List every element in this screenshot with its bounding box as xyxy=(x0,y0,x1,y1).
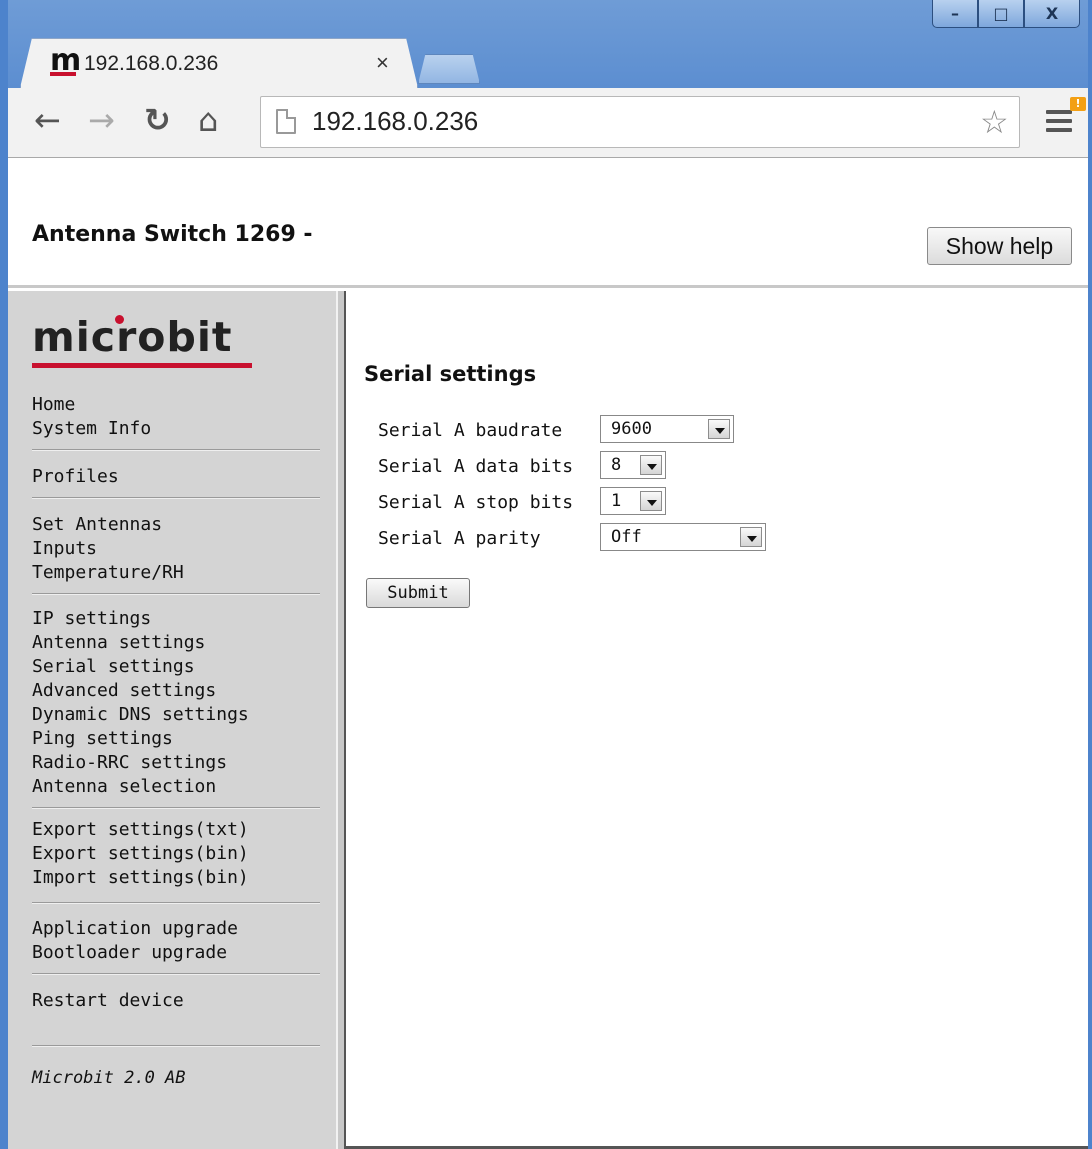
logo-dot xyxy=(115,315,124,324)
stop-bits-select[interactable]: 1 xyxy=(600,487,666,515)
nav-inputs[interactable]: Inputs xyxy=(32,537,184,561)
chevron-down-icon[interactable] xyxy=(740,527,762,547)
window-left-border xyxy=(0,0,8,1149)
divider xyxy=(32,902,320,904)
nav-advanced-settings[interactable]: Advanced settings xyxy=(32,679,249,703)
logo-underline xyxy=(32,363,252,368)
chevron-down-icon[interactable] xyxy=(640,491,662,511)
nav-export-settings-bin[interactable]: Export settings(bin) xyxy=(32,842,249,866)
favicon-underline xyxy=(50,72,76,76)
nav-home[interactable]: Home xyxy=(32,393,151,417)
divider xyxy=(32,449,320,451)
nav-ip-settings[interactable]: IP settings xyxy=(32,607,249,631)
parity-label: Serial A parity xyxy=(378,528,541,549)
favicon-icon: m xyxy=(50,43,82,78)
nav-group-home: Home System Info xyxy=(32,393,151,441)
divider xyxy=(32,807,320,809)
update-badge: ! xyxy=(1070,97,1086,111)
forward-arrow-icon[interactable]: → xyxy=(88,101,115,139)
page-icon xyxy=(276,109,296,134)
parity-select[interactable]: Off xyxy=(600,523,766,551)
nav-restart-device[interactable]: Restart device xyxy=(32,989,184,1013)
bookmark-star-icon[interactable]: ☆ xyxy=(980,103,1009,141)
show-help-button[interactable]: Show help xyxy=(927,227,1072,265)
tab-close-icon[interactable]: × xyxy=(376,50,389,76)
nav-dynamic-dns-settings[interactable]: Dynamic DNS settings xyxy=(32,703,249,727)
nav-group-upgrade: Application upgrade Bootloader upgrade xyxy=(32,917,238,965)
close-window-button[interactable]: X xyxy=(1024,0,1080,28)
window-right-border xyxy=(1088,0,1092,1149)
divider xyxy=(32,973,320,975)
nav-application-upgrade[interactable]: Application upgrade xyxy=(32,917,238,941)
divider xyxy=(32,1045,320,1047)
reload-icon[interactable]: ↻ xyxy=(144,101,171,139)
nav-profiles[interactable]: Profiles xyxy=(32,465,119,489)
url-text[interactable]: 192.168.0.236 xyxy=(312,106,478,137)
section-title: Serial settings xyxy=(364,362,537,386)
window-controls: – □ X xyxy=(932,0,1080,30)
baudrate-select[interactable]: 9600 xyxy=(600,415,734,443)
nav-group-restart: Restart device xyxy=(32,989,184,1013)
nav-antenna-settings[interactable]: Antenna settings xyxy=(32,631,249,655)
sidebar-footer: Microbit 2.0 AB xyxy=(32,1068,186,1088)
nav-bootloader-upgrade[interactable]: Bootloader upgrade xyxy=(32,941,238,965)
tab-title: 192.168.0.236 xyxy=(84,52,219,75)
page-title: Antenna Switch 1269 - xyxy=(32,222,313,247)
baudrate-value: 9600 xyxy=(611,419,652,439)
nav-system-info[interactable]: System Info xyxy=(32,417,151,441)
data-bits-select[interactable]: 8 xyxy=(600,451,666,479)
data-bits-label: Serial A data bits xyxy=(378,456,574,477)
menu-icon[interactable] xyxy=(1046,110,1072,132)
new-tab-button[interactable] xyxy=(418,54,480,84)
nav-temperature-rh[interactable]: Temperature/RH xyxy=(32,561,184,585)
nav-radio-rrc-settings[interactable]: Radio-RRC settings xyxy=(32,751,249,775)
divider xyxy=(32,497,320,499)
back-arrow-icon[interactable]: ← xyxy=(34,101,61,139)
nav-export-settings-txt[interactable]: Export settings(txt) xyxy=(32,818,249,842)
microbit-logo: microbit xyxy=(32,313,233,361)
nav-group-settings: IP settings Antenna settings Serial sett… xyxy=(32,607,249,799)
parity-value: Off xyxy=(611,527,642,547)
nav-serial-settings[interactable]: Serial settings xyxy=(32,655,249,679)
nav-set-antennas[interactable]: Set Antennas xyxy=(32,513,184,537)
home-icon[interactable]: ⌂ xyxy=(198,101,218,139)
maximize-button[interactable]: □ xyxy=(978,0,1024,28)
nav-antenna-selection[interactable]: Antenna selection xyxy=(32,775,249,799)
baudrate-label: Serial A baudrate xyxy=(378,420,563,441)
submit-button[interactable]: Submit xyxy=(366,578,470,608)
stop-bits-label: Serial A stop bits xyxy=(378,492,574,513)
nav-group-profiles: Profiles xyxy=(32,465,119,489)
data-bits-value: 8 xyxy=(611,455,622,475)
chevron-down-icon[interactable] xyxy=(708,419,730,439)
stop-bits-value: 1 xyxy=(611,491,622,511)
nav-group-export: Export settings(txt) Export settings(bin… xyxy=(32,818,249,890)
divider xyxy=(32,593,320,595)
nav-import-settings-bin[interactable]: Import settings(bin) xyxy=(32,866,249,890)
minimize-button[interactable]: – xyxy=(932,0,978,28)
nav-group-antennas: Set Antennas Inputs Temperature/RH xyxy=(32,513,184,585)
sidebar-divider xyxy=(336,291,346,1149)
chevron-down-icon[interactable] xyxy=(640,455,662,475)
nav-ping-settings[interactable]: Ping settings xyxy=(32,727,249,751)
